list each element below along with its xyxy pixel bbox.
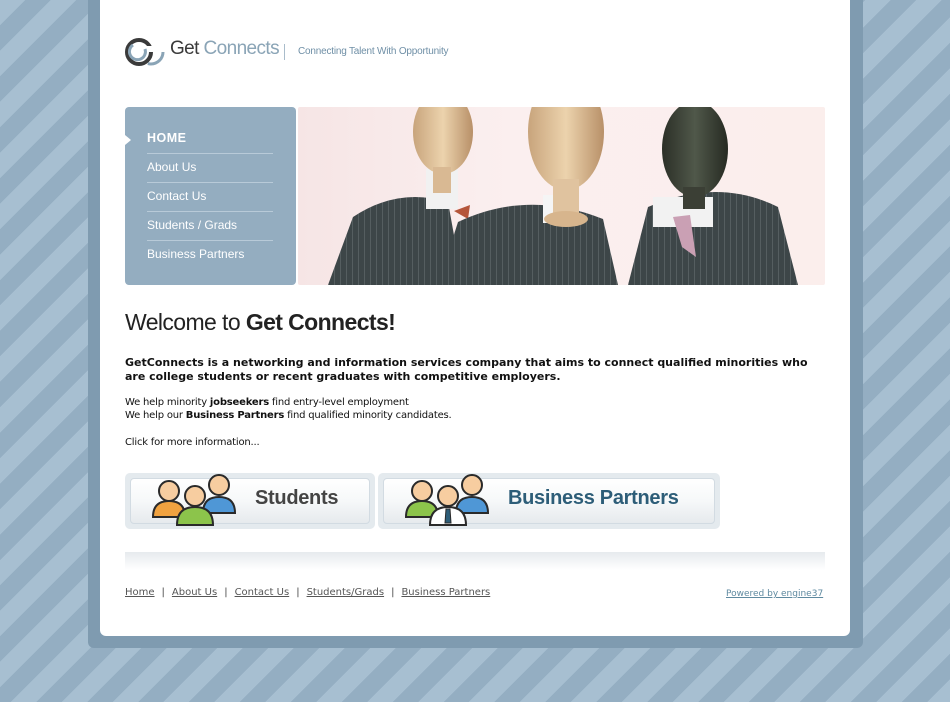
active-arrow-icon [125,135,131,145]
business-partners-button-label: Business Partners [508,487,679,509]
footer-link-about-us[interactable]: About Us [172,587,217,598]
nav-item-home[interactable]: HOME [147,125,273,154]
help2-pre: We help our [125,410,186,421]
footer-separator: | [296,587,300,598]
footer-separator: | [161,587,165,598]
logo-wordmark[interactable]: Get Connects [170,38,280,60]
footer-link-home[interactable]: Home [125,587,155,598]
help2-bold: Business Partners [185,410,285,421]
logo-word-get: Get [170,38,199,59]
footer-link-students-grads[interactable]: Students/Grads [307,587,385,598]
welcome-prefix: Welcome to [125,309,246,335]
help1-post: find entry-level employment [268,397,409,408]
footer-link-contact-us[interactable]: Contact Us [235,587,290,598]
footer-separator: | [391,587,395,598]
welcome-brand: Get Connects! [245,309,396,335]
powered-by-link[interactable]: Powered by engine37 [726,589,823,599]
footer-link-business-partners[interactable]: Business Partners [401,587,490,598]
nav-item-students-grads[interactable]: Students / Grads [147,212,273,241]
main-nav: HOME About Us Contact Us Students / Grad… [125,107,296,285]
welcome-heading: Welcome to Get Connects! [125,309,396,336]
hero-mannequins-image [298,107,825,285]
logo-divider [284,44,285,60]
footer-nav: Home | About Us | Contact Us | Students/Grads |… [125,587,490,598]
logo-word-connects: Connects [203,38,280,59]
footer-divider [125,552,825,570]
help2-post: find qualified minority candidates. [284,410,452,421]
business-partners-button[interactable]: Business Partners [378,473,720,529]
help1-bold: jobseekers [209,397,269,408]
people-group-icon [151,474,237,526]
students-button[interactable]: Students [125,473,375,529]
help-jobseekers-text: We help minority jobseekers find entry-l… [125,397,409,408]
nav-item-contact-us[interactable]: Contact Us [147,183,273,212]
intro-text: GetConnects is a networking and informat… [125,356,808,383]
logo-icon[interactable] [125,37,165,67]
help-partners-text: We help our Business Partners find quali… [125,410,452,421]
nav-item-about-us[interactable]: About Us [147,154,273,183]
click-more-text: Click for more information... [125,437,260,448]
tagline: Connecting Talent With Opportunity [298,46,449,57]
business-people-group-icon [404,474,490,526]
help1-pre: We help minority [125,397,210,408]
students-button-label: Students [255,487,339,509]
nav-item-business-partners[interactable]: Business Partners [147,241,273,269]
footer-separator: | [224,587,228,598]
